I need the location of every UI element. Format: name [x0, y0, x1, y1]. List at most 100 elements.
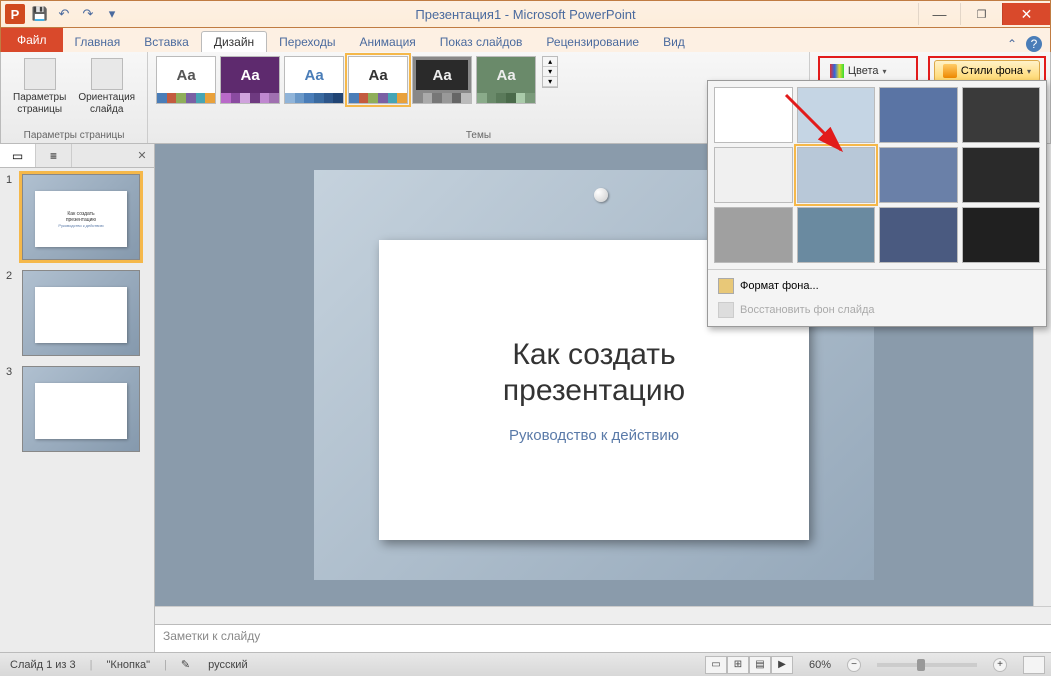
- theme-swatch[interactable]: Aa: [284, 56, 344, 104]
- slide-thumbnail[interactable]: [22, 270, 140, 356]
- slide-counter: Слайд 1 из 3: [6, 659, 80, 671]
- bg-popup-menu: Формат фона... Восстановить фон слайда: [708, 269, 1046, 326]
- help-button[interactable]: ?: [1026, 36, 1042, 52]
- orientation-icon: [91, 58, 123, 90]
- undo-button[interactable]: ↶: [53, 3, 75, 25]
- pushpin-icon: [594, 188, 608, 202]
- maximize-button[interactable]: ❐: [960, 3, 1002, 25]
- format-bg-button[interactable]: Формат фона...: [708, 274, 1046, 298]
- bg-swatch[interactable]: [714, 207, 793, 263]
- language-indicator[interactable]: русский: [204, 659, 251, 671]
- ribbon-help: ⌃ ?: [1004, 36, 1050, 52]
- theme-swatch[interactable]: Aa: [412, 56, 472, 104]
- minimize-button[interactable]: —: [918, 3, 960, 25]
- theme-swatch[interactable]: Aa: [348, 56, 408, 104]
- tab-design[interactable]: Дизайн: [201, 31, 267, 52]
- bg-swatch[interactable]: [797, 87, 876, 143]
- slide-thumbnail[interactable]: [22, 366, 140, 452]
- chevron-down-icon: ▾: [883, 67, 887, 76]
- bg-swatch[interactable]: [962, 87, 1041, 143]
- bg-swatch[interactable]: [879, 87, 958, 143]
- slideshow-view-button[interactable]: ▶: [771, 656, 793, 674]
- notes-area[interactable]: Заметки к слайду: [155, 624, 1051, 652]
- window-title: Презентация1 - Microsoft PowerPoint: [1, 7, 1050, 22]
- bg-swatch[interactable]: [714, 87, 793, 143]
- format-bg-label: Формат фона...: [740, 280, 819, 292]
- slide-thumbnail[interactable]: Как создатьпрезентациюРуководство к дейс…: [22, 174, 140, 260]
- restore-bg-icon: [718, 302, 734, 318]
- panel-close-button[interactable]: ✕: [130, 144, 154, 167]
- theme-scroll[interactable]: ▴▾▾: [542, 56, 558, 88]
- orientation-button[interactable]: Ориентация слайда: [74, 56, 139, 118]
- slide-title[interactable]: Как создатьпрезентацию: [503, 337, 685, 409]
- tab-review[interactable]: Рецензирование: [534, 32, 651, 52]
- thumbnail-list: 1 Как создатьпрезентациюРуководство к дей…: [0, 168, 154, 652]
- bg-swatch[interactable]: [962, 147, 1041, 203]
- bg-styles-button[interactable]: Стили фона ▾: [934, 60, 1040, 82]
- orientation-label: Ориентация слайда: [78, 92, 135, 116]
- fit-to-window-button[interactable]: [1023, 656, 1045, 674]
- colors-button[interactable]: Цвета ▾: [826, 62, 910, 80]
- normal-view-button[interactable]: ▭: [705, 656, 727, 674]
- collapse-ribbon-button[interactable]: ⌃: [1004, 36, 1020, 52]
- tab-transitions[interactable]: Переходы: [267, 32, 347, 52]
- app-icon: P: [5, 4, 25, 24]
- bg-swatch[interactable]: [797, 147, 876, 203]
- tab-animation[interactable]: Анимация: [347, 32, 427, 52]
- zoom-slider[interactable]: [877, 663, 977, 667]
- page-setup-label: Параметры страницы: [13, 92, 66, 116]
- restore-bg-button: Восстановить фон слайда: [708, 298, 1046, 322]
- reading-view-button[interactable]: ▤: [749, 656, 771, 674]
- bg-styles-icon: [943, 64, 957, 78]
- save-button[interactable]: 💾: [29, 3, 51, 25]
- tab-insert[interactable]: Вставка: [132, 32, 201, 52]
- sorter-view-button[interactable]: ⊞: [727, 656, 749, 674]
- view-buttons: ▭ ⊞ ▤ ▶: [705, 656, 793, 674]
- bg-swatch[interactable]: [962, 207, 1041, 263]
- panel-tabs: ▭ ≡ ✕: [0, 144, 154, 168]
- group-page-params: Параметры страницы Ориентация слайда Пар…: [1, 52, 148, 143]
- tab-slideshow[interactable]: Показ слайдов: [428, 32, 535, 52]
- group-label-themes: Темы: [156, 128, 801, 141]
- thumb-number: 1: [6, 174, 18, 186]
- spellcheck-icon[interactable]: ✎: [177, 658, 194, 671]
- titlebar: P 💾 ↶ ↷ ▾ Презентация1 - Microsoft Power…: [0, 0, 1051, 28]
- page-setup-icon: [24, 58, 56, 90]
- outline-tab[interactable]: ≡: [36, 144, 72, 167]
- bg-styles-popup: Формат фона... Восстановить фон слайда: [707, 80, 1047, 327]
- zoom-percent[interactable]: 60%: [803, 659, 837, 671]
- slide-panel: ▭ ≡ ✕ 1 Как создатьпрезентациюРуководство…: [0, 144, 155, 652]
- page-setup-button[interactable]: Параметры страницы: [9, 56, 70, 118]
- window-controls: — ❐ ✕: [918, 3, 1050, 25]
- bg-swatch[interactable]: [797, 207, 876, 263]
- slide-subtitle[interactable]: Руководство к действию: [509, 427, 679, 444]
- bg-swatch-grid: [708, 81, 1046, 269]
- thumb-number: 3: [6, 366, 18, 378]
- file-tab[interactable]: Файл: [1, 28, 63, 52]
- statusbar: Слайд 1 из 3 | "Кнопка" | ✎ русский ▭ ⊞ …: [0, 652, 1051, 676]
- theme-swatch[interactable]: Aa: [476, 56, 536, 104]
- group-label-page: Параметры страницы: [9, 128, 139, 141]
- zoom-thumb[interactable]: [917, 659, 925, 671]
- thumb-number: 2: [6, 270, 18, 282]
- theme-swatch[interactable]: Aa: [156, 56, 216, 104]
- theme-swatch[interactable]: Aa: [220, 56, 280, 104]
- bg-styles-label: Стили фона: [961, 65, 1023, 77]
- restore-bg-label: Восстановить фон слайда: [740, 304, 875, 316]
- tab-home[interactable]: Главная: [63, 32, 133, 52]
- colors-label: Цвета: [848, 65, 879, 77]
- bg-swatch[interactable]: [714, 147, 793, 203]
- colors-icon: [830, 64, 844, 78]
- bg-swatch[interactable]: [879, 147, 958, 203]
- zoom-in-button[interactable]: +: [993, 658, 1007, 672]
- quick-access-toolbar: 💾 ↶ ↷ ▾: [29, 3, 123, 25]
- slides-tab[interactable]: ▭: [0, 144, 36, 167]
- bg-swatch[interactable]: [879, 207, 958, 263]
- close-button[interactable]: ✕: [1002, 3, 1050, 25]
- horizontal-scrollbar[interactable]: [155, 606, 1051, 624]
- redo-button[interactable]: ↷: [77, 3, 99, 25]
- zoom-out-button[interactable]: −: [847, 658, 861, 672]
- qat-more-button[interactable]: ▾: [101, 3, 123, 25]
- theme-name: "Кнопка": [103, 659, 155, 671]
- tab-view[interactable]: Вид: [651, 32, 697, 52]
